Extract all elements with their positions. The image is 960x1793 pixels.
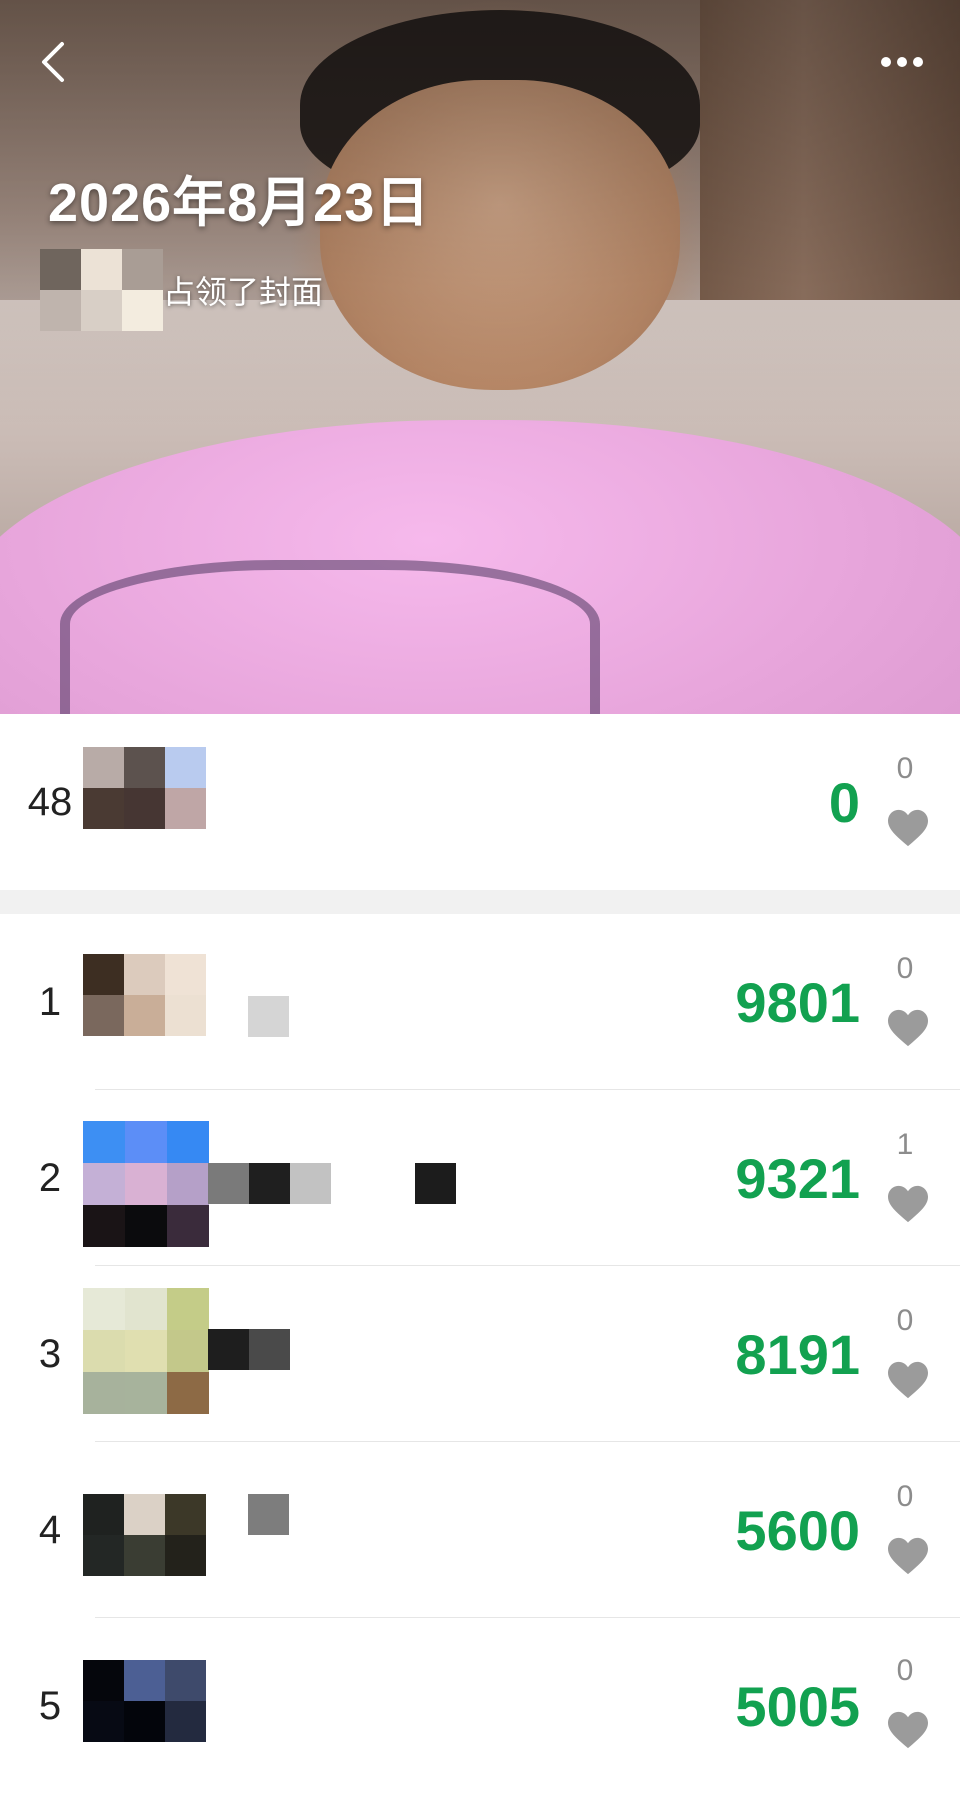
avatar[interactable] [83, 1660, 206, 1742]
rank-row[interactable]: 1 9801 0 [0, 914, 960, 1089]
heart-icon[interactable] [886, 808, 930, 848]
more-horizontal-icon [881, 57, 923, 67]
username [208, 1163, 331, 1204]
step-count: 8191 [735, 1323, 860, 1386]
heart-icon[interactable] [886, 1184, 930, 1224]
username [208, 1329, 290, 1370]
username-suffix [415, 1163, 456, 1204]
like-count: 1 [896, 1128, 914, 1161]
cover-owner: 占领了封面 [40, 248, 323, 332]
heart-icon[interactable] [886, 1536, 930, 1576]
back-button[interactable] [34, 38, 74, 86]
step-count: 5600 [735, 1499, 860, 1562]
avatar[interactable] [83, 954, 206, 1036]
chevron-left-icon [42, 42, 64, 82]
avatar[interactable] [83, 1288, 209, 1414]
step-count: 9801 [735, 971, 860, 1034]
cover-shade [0, 0, 960, 714]
self-rank-row[interactable]: 48 0 0 [0, 714, 960, 889]
avatar[interactable] [83, 1494, 206, 1576]
more-button[interactable] [874, 40, 930, 84]
like-count: 0 [896, 1304, 914, 1337]
step-count: 9321 [735, 1147, 860, 1210]
like-count: 0 [896, 1480, 914, 1513]
self-like-count: 0 [896, 752, 914, 785]
username [248, 996, 289, 1037]
section-separator [0, 890, 960, 914]
avatar[interactable] [83, 1121, 209, 1247]
username [248, 1494, 289, 1535]
cover-caption: 占领了封面 [163, 274, 324, 310]
rank-row[interactable]: 4 5600 0 [0, 1442, 960, 1617]
heart-icon[interactable] [886, 1008, 930, 1048]
rank-row[interactable]: 2 9321 1 [0, 1090, 960, 1265]
like-count: 0 [896, 952, 914, 985]
heart-icon[interactable] [886, 1360, 930, 1400]
cover-image [0, 0, 960, 714]
rank-row[interactable]: 3 8191 0 [0, 1266, 960, 1441]
like-count: 0 [896, 1654, 914, 1687]
step-count: 5005 [735, 1675, 860, 1738]
cover-owner-avatar[interactable] [40, 249, 163, 331]
cover-date: 2026年8月23日 [48, 173, 431, 233]
self-steps: 0 [828, 771, 860, 834]
heart-icon[interactable] [886, 1710, 930, 1750]
rank-row[interactable]: 5 5005 0 [0, 1618, 960, 1793]
self-avatar[interactable] [83, 747, 206, 829]
